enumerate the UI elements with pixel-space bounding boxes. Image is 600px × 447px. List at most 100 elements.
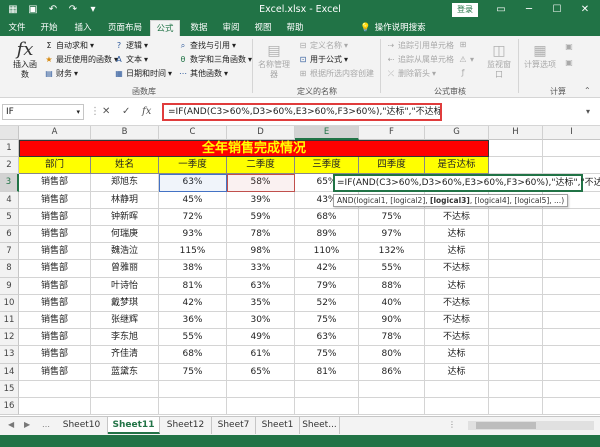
watch-window-button[interactable]: ◫ 监视窗口: [484, 42, 514, 80]
table-cell[interactable]: 78%: [359, 329, 425, 347]
column-header-e[interactable]: E: [295, 126, 359, 140]
table-cell[interactable]: 52%: [295, 294, 359, 312]
empty-cell[interactable]: [543, 140, 600, 158]
next-sheet-icon[interactable]: ▶: [24, 420, 30, 429]
table-cell[interactable]: 曾雅丽: [91, 260, 159, 278]
table-cell[interactable]: 75%: [159, 363, 227, 381]
minimize-icon[interactable]: ─: [518, 0, 540, 20]
column-title-cell[interactable]: 一季度: [159, 157, 227, 175]
column-title-cell[interactable]: 姓名: [91, 157, 159, 175]
row-header-5[interactable]: 5: [0, 208, 19, 226]
table-cell[interactable]: 86%: [359, 363, 425, 381]
table-cell[interactable]: 42%: [159, 294, 227, 312]
table-cell[interactable]: 59%: [227, 208, 295, 226]
sheet-tab-sheet10[interactable]: Sheet10: [56, 417, 108, 434]
table-cell[interactable]: 63%: [227, 277, 295, 295]
more-functions-button[interactable]: ⋯ 其他函数 ▾: [178, 68, 228, 79]
define-name-button[interactable]: ⊟ 定义名称 ▾: [298, 40, 348, 51]
prev-sheet-icon[interactable]: ◀: [8, 420, 14, 429]
table-cell[interactable]: 115%: [159, 243, 227, 261]
table-cell[interactable]: 销售部: [19, 243, 91, 261]
table-cell[interactable]: 39%: [227, 191, 295, 209]
empty-cell[interactable]: [91, 380, 159, 398]
empty-cell[interactable]: [359, 398, 425, 416]
tab-file[interactable]: 文件: [4, 20, 30, 36]
empty-cell[interactable]: [425, 398, 489, 416]
empty-cell[interactable]: [425, 380, 489, 398]
table-cell[interactable]: 销售部: [19, 208, 91, 226]
collapse-ribbon-icon[interactable]: ⌃: [584, 86, 591, 95]
sheet-tab-sheet7[interactable]: Sheet7: [212, 417, 256, 434]
ribbon-display-icon[interactable]: ▭: [490, 0, 512, 20]
empty-cell[interactable]: [543, 398, 600, 416]
column-header-a[interactable]: A: [19, 126, 91, 140]
empty-cell[interactable]: [489, 294, 543, 312]
table-cell[interactable]: 张继辉: [91, 312, 159, 330]
table-cell[interactable]: 不达标: [425, 329, 489, 347]
logical-button[interactable]: ? 逻辑 ▾: [114, 40, 148, 51]
error-checking-icon[interactable]: ⚠ ▾: [458, 54, 474, 65]
table-cell[interactable]: 75%: [295, 312, 359, 330]
empty-cell[interactable]: [543, 209, 600, 226]
table-cell[interactable]: 叶诗怡: [91, 277, 159, 295]
empty-cell[interactable]: [295, 380, 359, 398]
table-cell[interactable]: 销售部: [19, 191, 91, 209]
lookup-button[interactable]: ⌕ 查找与引用 ▾: [178, 40, 236, 51]
empty-cell[interactable]: [227, 380, 295, 398]
name-manager-button[interactable]: ▤ 名称管理器: [258, 42, 290, 80]
table-cell[interactable]: 齐佳清: [91, 346, 159, 364]
empty-cell[interactable]: [489, 140, 543, 158]
row-header-16[interactable]: 16: [0, 398, 19, 416]
formula-input[interactable]: =IF(AND(C3>60%,D3>60%,E3>60%,F3>60%),"达标…: [162, 103, 442, 121]
empty-cell[interactable]: [159, 398, 227, 416]
table-cell[interactable]: 80%: [359, 346, 425, 364]
row-header-7[interactable]: 7: [0, 243, 19, 261]
tell-me-search[interactable]: 💡 操作说明搜索: [360, 20, 426, 36]
table-cell[interactable]: 销售部: [19, 260, 91, 278]
empty-cell[interactable]: [543, 243, 600, 261]
table-cell[interactable]: 90%: [359, 312, 425, 330]
sheet-tab-more[interactable]: Sheet...: [300, 417, 340, 434]
table-cell[interactable]: 销售部: [19, 346, 91, 364]
table-cell[interactable]: 销售部: [19, 294, 91, 312]
table-cell[interactable]: 达标: [425, 243, 489, 261]
row-header-13[interactable]: 13: [0, 346, 19, 364]
active-cell-f3[interactable]: =IF(AND(C3>60%,D3>60%,E3>60%,F3>60%),"达标…: [333, 174, 600, 192]
sheet-tab-sheet1[interactable]: Sheet1: [256, 417, 300, 434]
empty-cell[interactable]: [489, 260, 543, 278]
row-header-2[interactable]: 2: [0, 157, 19, 175]
table-cell[interactable]: 72%: [159, 208, 227, 226]
autosum-button[interactable]: Σ 自动求和 ▾: [44, 40, 94, 51]
table-cell[interactable]: 魏浩泣: [91, 243, 159, 261]
table-cell[interactable]: 49%: [227, 329, 295, 347]
column-header-i[interactable]: I: [543, 126, 600, 140]
column-header-g[interactable]: G: [425, 126, 489, 140]
empty-cell[interactable]: [19, 398, 91, 416]
row-header-8[interactable]: 8: [0, 260, 19, 278]
table-cell[interactable]: 93%: [159, 226, 227, 244]
column-header-f[interactable]: F: [359, 126, 425, 140]
expand-formula-bar-icon[interactable]: ▾: [586, 104, 590, 120]
empty-cell[interactable]: [489, 277, 543, 295]
text-button[interactable]: A 文本 ▾: [114, 54, 148, 65]
recently-used-button[interactable]: ★ 最近使用的函数 ▾: [44, 54, 118, 65]
table-cell[interactable]: 55%: [159, 329, 227, 347]
empty-cell[interactable]: [91, 398, 159, 416]
table-cell[interactable]: 销售部: [19, 277, 91, 295]
table-cell[interactable]: 达标: [425, 226, 489, 244]
table-cell[interactable]: 97%: [359, 226, 425, 244]
table-cell[interactable]: 林静玥: [91, 191, 159, 209]
column-header-c[interactable]: C: [159, 126, 227, 140]
empty-cell[interactable]: [489, 243, 543, 261]
table-cell[interactable]: 36%: [159, 312, 227, 330]
empty-cell[interactable]: [543, 157, 600, 175]
trace-precedents-button[interactable]: ⇢ 追踪引用单元格: [386, 40, 454, 51]
empty-cell[interactable]: [543, 312, 600, 330]
table-cell[interactable]: 79%: [295, 277, 359, 295]
create-from-selection-button[interactable]: ⊞ 根据所选内容创建: [298, 68, 374, 79]
cancel-icon[interactable]: ✕: [102, 104, 110, 120]
row-header-4[interactable]: 4: [0, 191, 19, 209]
empty-cell[interactable]: [489, 329, 543, 347]
table-cell[interactable]: 89%: [295, 226, 359, 244]
table-cell[interactable]: 销售部: [19, 174, 91, 192]
